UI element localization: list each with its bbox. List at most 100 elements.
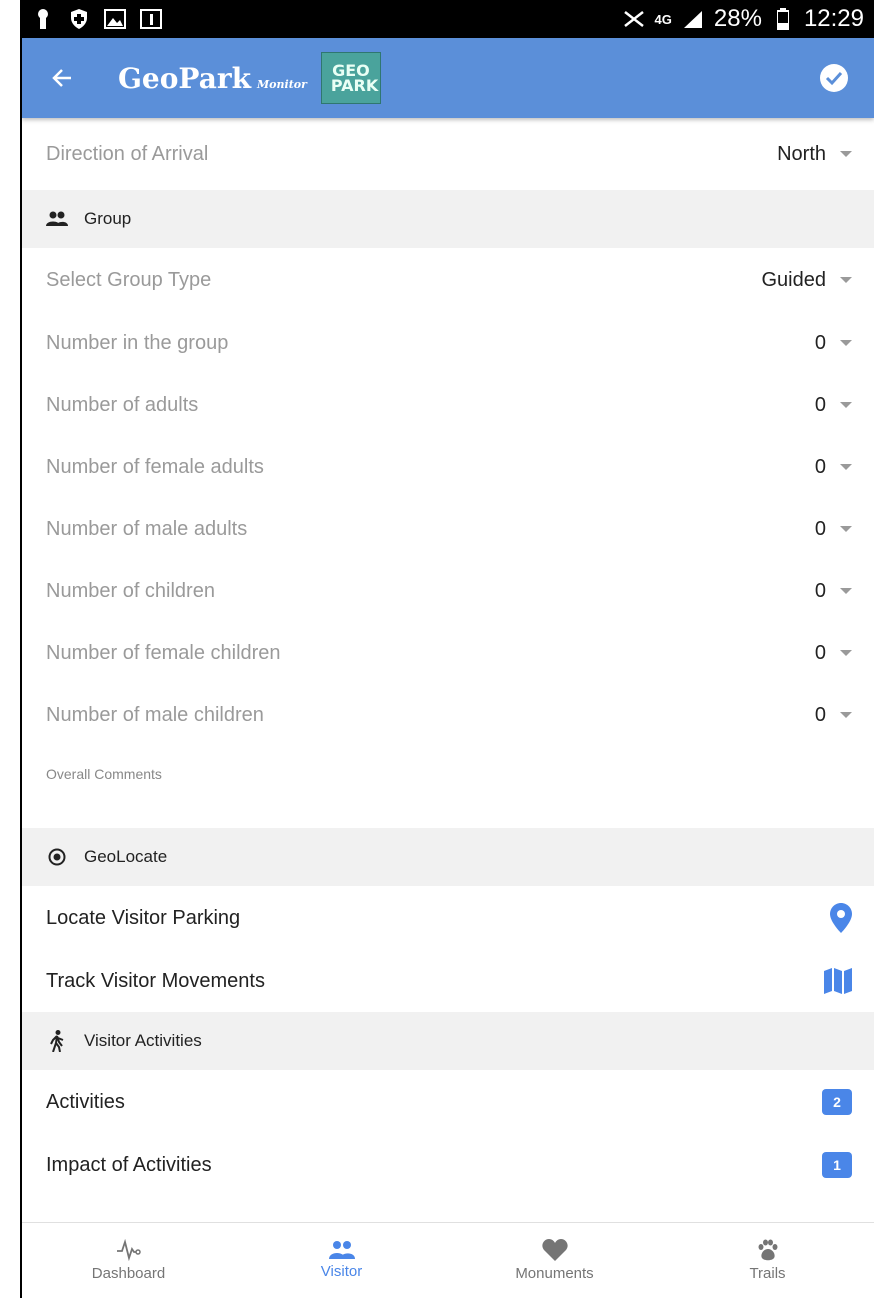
chevron-down-icon	[840, 712, 852, 718]
battery-percent: 28%	[713, 5, 762, 32]
count-label: Number in the group	[46, 331, 229, 354]
nav-monuments-label: Monuments	[515, 1265, 594, 1282]
app-subtitle: Monitor	[257, 77, 307, 91]
app-bar: GeoPark Monitor GEO PARK	[22, 38, 874, 118]
chevron-down-icon	[840, 464, 852, 470]
group-section-header: Group	[22, 190, 874, 248]
count-selected: 0	[814, 455, 826, 478]
people-icon	[328, 1241, 355, 1259]
status-bar: 4G 28% 12:29	[22, 0, 874, 38]
nav-visitor[interactable]: Visitor	[235, 1223, 448, 1298]
mute-icon	[623, 8, 645, 30]
count-value: 0	[815, 704, 852, 727]
status-right-icons: 4G 28% 12:29	[623, 5, 864, 33]
nav-trails[interactable]: Trails	[661, 1223, 874, 1298]
count-select[interactable]: Number of children 0	[22, 560, 874, 622]
locate-visitor-parking-item[interactable]: Locate Visitor Parking	[22, 886, 874, 950]
count-label: Number of adults	[46, 393, 199, 416]
network-type: 4G	[654, 11, 672, 27]
direction-value: North	[777, 143, 852, 166]
chevron-down-icon	[840, 402, 852, 408]
comments-placeholder: Overall Comments	[46, 766, 162, 782]
count-label: Number of children	[46, 579, 215, 602]
shield-icon	[68, 8, 90, 30]
heartbeat-icon	[116, 1239, 141, 1261]
paw-icon	[758, 1239, 777, 1261]
phone-screen: 4G 28% 12:29 GeoPark Monitor GEO PARK Di…	[20, 0, 874, 1298]
count-select[interactable]: Number of male adults 0	[22, 498, 874, 560]
count-value: 0	[815, 518, 852, 541]
locate-parking-label: Locate Visitor Parking	[46, 906, 241, 929]
back-button[interactable]	[42, 58, 82, 98]
group-section-title: Group	[84, 209, 132, 228]
signal-icon	[682, 8, 704, 30]
brand-title: GeoPark Monitor	[118, 62, 307, 95]
count-label: Number of male children	[46, 703, 264, 726]
people-icon	[46, 208, 68, 230]
heart-icon	[541, 1239, 568, 1261]
chevron-down-icon	[840, 151, 852, 157]
count-select[interactable]: Number of female adults 0	[22, 436, 874, 498]
geopark-logo: GEO PARK	[320, 52, 381, 104]
clock: 12:29	[803, 5, 864, 32]
save-button[interactable]	[814, 58, 854, 98]
logo-text: GEO PARK	[330, 61, 379, 95]
map-icon	[824, 968, 852, 994]
direction-selected: North	[777, 142, 826, 165]
count-select[interactable]: Number of female children 0	[22, 622, 874, 684]
walking-icon	[46, 1030, 68, 1052]
geolocate-section-header: GeoLocate	[22, 828, 874, 886]
count-value: 0	[815, 642, 852, 665]
count-selected: 0	[814, 331, 826, 354]
impact-label: Impact of Activities	[46, 1153, 212, 1176]
count-selected: 0	[814, 393, 826, 416]
count-select[interactable]: Number in the group 0	[22, 312, 874, 374]
group-type-label: Select Group Type	[46, 268, 212, 291]
activities-item[interactable]: Activities 2	[22, 1070, 874, 1134]
count-value: 0	[815, 394, 852, 417]
impact-of-activities-item[interactable]: Impact of Activities 1	[22, 1134, 874, 1196]
count-value: 0	[815, 456, 852, 479]
direction-label: Direction of Arrival	[46, 142, 209, 165]
count-rows: Number in the group 0 Number of adults 0…	[22, 312, 874, 746]
count-selected: 0	[814, 579, 826, 602]
nav-monuments[interactable]: Monuments	[448, 1223, 661, 1298]
impact-count-badge: 1	[822, 1152, 852, 1178]
count-value: 0	[815, 580, 852, 603]
chevron-down-icon	[840, 588, 852, 594]
overall-comments-field[interactable]: Overall Comments	[22, 746, 874, 828]
arrow-back-icon	[52, 69, 71, 87]
calendar-icon	[140, 8, 162, 30]
chevron-down-icon	[840, 277, 852, 283]
status-left-icons	[32, 8, 162, 30]
bottom-navigation: Dashboard Visitor Monuments Trails	[22, 1222, 874, 1298]
gps-target-icon	[46, 846, 68, 868]
count-label: Number of male adults	[46, 517, 248, 540]
visitor-activities-title: Visitor Activities	[84, 1031, 202, 1050]
track-visitor-movements-item[interactable]: Track Visitor Movements	[22, 950, 874, 1012]
nav-dashboard[interactable]: Dashboard	[22, 1223, 235, 1298]
geolocate-title: GeoLocate	[84, 847, 168, 866]
activities-label: Activities	[46, 1090, 125, 1113]
count-value: 0	[815, 332, 852, 355]
nav-trails-label: Trails	[749, 1265, 786, 1282]
count-selected: 0	[814, 517, 826, 540]
location-pin-icon	[830, 903, 852, 933]
image-icon	[104, 8, 126, 30]
direction-of-arrival-select[interactable]: Direction of Arrival North	[22, 118, 874, 190]
count-select[interactable]: Number of adults 0	[22, 374, 874, 436]
count-label: Number of female children	[46, 641, 281, 664]
count-select[interactable]: Number of male children 0	[22, 684, 874, 746]
keyhole-icon	[32, 8, 54, 30]
track-movements-label: Track Visitor Movements	[46, 969, 265, 992]
group-type-selected: Guided	[761, 268, 827, 291]
group-type-select[interactable]: Select Group Type Guided	[22, 248, 874, 312]
chevron-down-icon	[840, 526, 852, 532]
group-type-value: Guided	[761, 268, 852, 292]
count-selected: 0	[814, 641, 826, 664]
nav-visitor-label: Visitor	[320, 1263, 363, 1280]
app-title: GeoPark	[118, 61, 251, 95]
count-selected: 0	[814, 703, 826, 726]
battery-icon	[772, 8, 794, 30]
count-label: Number of female adults	[46, 455, 264, 478]
